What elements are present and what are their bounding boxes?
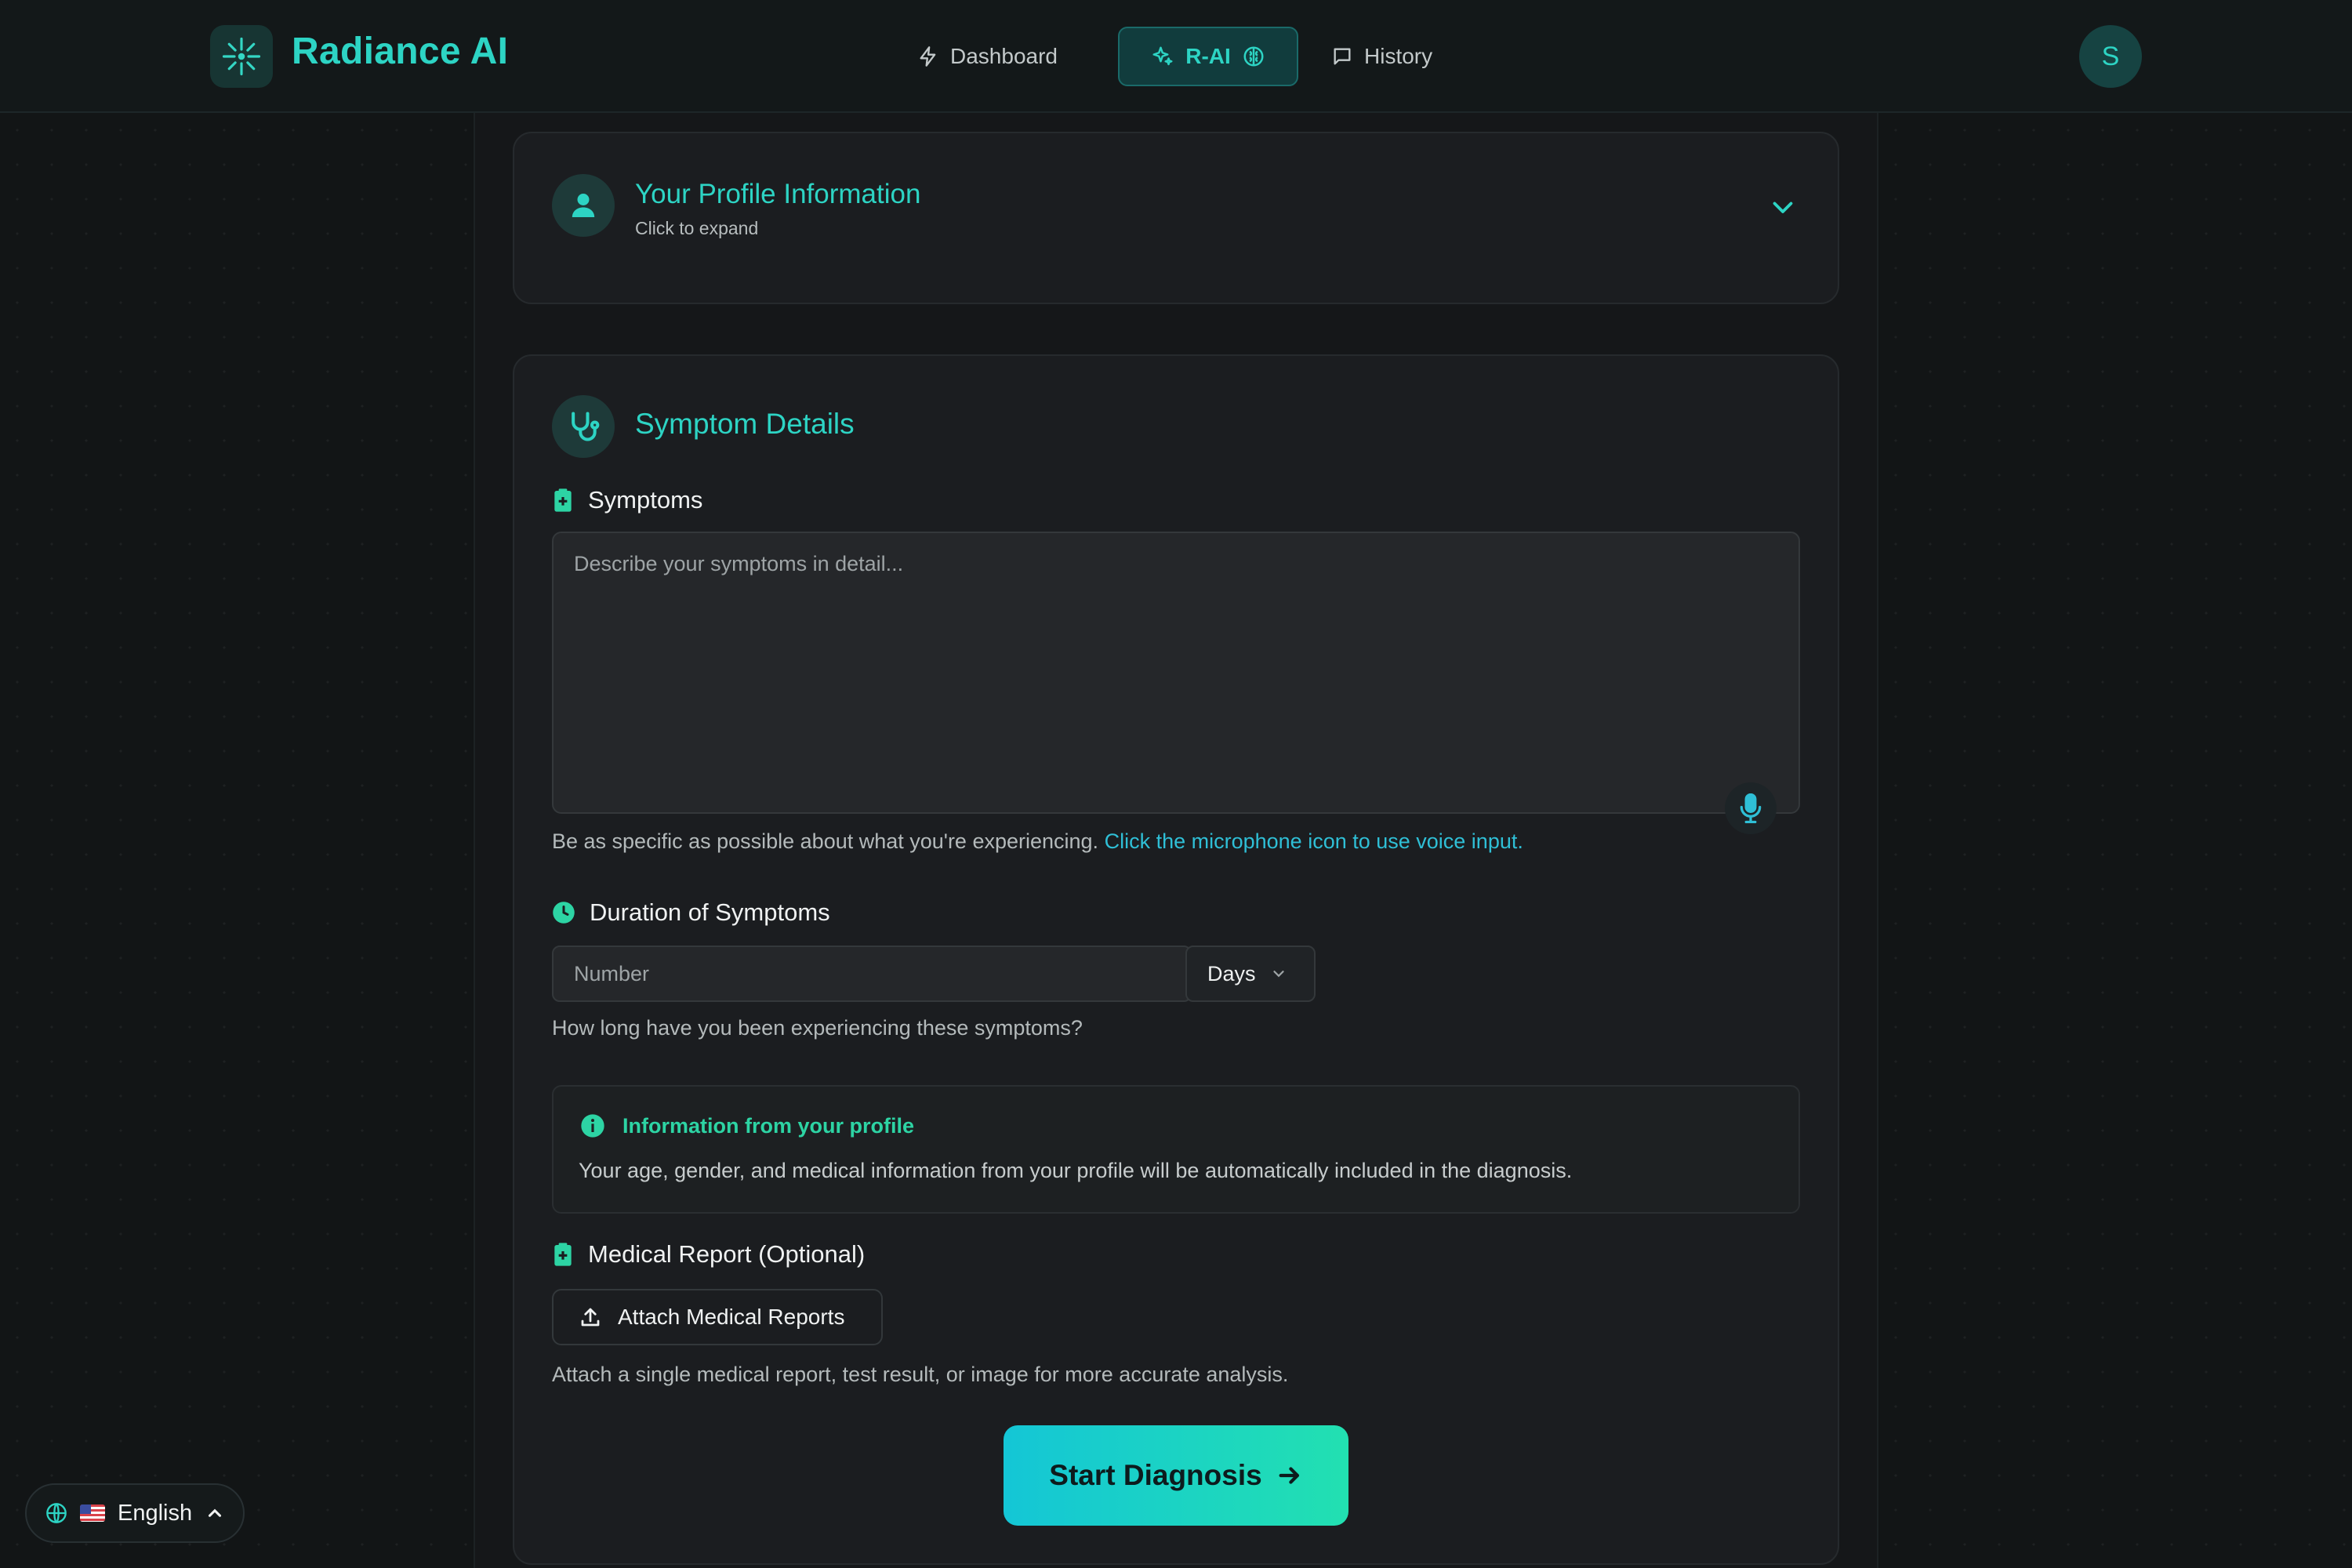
- symptom-details-card: Symptom Details Symptoms Describe your s…: [513, 354, 1839, 1565]
- report-help: Attach a single medical report, test res…: [552, 1363, 1289, 1386]
- info-title-row: Information from your profile: [580, 1113, 914, 1138]
- chevron-down-icon[interactable]: [1769, 193, 1797, 221]
- language-label: English: [118, 1500, 193, 1526]
- globe-icon: [46, 1503, 67, 1523]
- stethoscope-icon: [572, 412, 600, 441]
- profile-title: Your Profile Information: [635, 179, 921, 209]
- clock-icon: [553, 902, 575, 924]
- nav-r-ai[interactable]: R-AI: [1118, 27, 1298, 86]
- profile-icon-badge: [552, 174, 615, 237]
- info-title: Information from your profile: [622, 1113, 915, 1138]
- lightning-icon: [920, 46, 936, 67]
- symptoms-label: Symptoms: [588, 486, 703, 514]
- nav-dashboard-label: Dashboard: [950, 44, 1058, 68]
- duration-label: Duration of Symptoms: [590, 898, 830, 926]
- symptom-icon-badge: [552, 395, 615, 458]
- symptom-details-title: Symptom Details: [635, 408, 855, 440]
- top-navbar: Radiance AI Dashboard R-AI History S: [0, 0, 2352, 113]
- chevron-down-icon: [1272, 971, 1284, 978]
- user-avatar[interactable]: S: [2079, 25, 2142, 88]
- info-icon: [581, 1114, 604, 1138]
- logo-sparkle-icon: [222, 37, 261, 76]
- message-icon: [1334, 48, 1351, 65]
- profile-info-notice: Information from your profile Your age, …: [552, 1085, 1800, 1214]
- us-flag-icon: [80, 1504, 105, 1522]
- profile-card[interactable]: Your Profile Information Click to expand: [513, 132, 1839, 304]
- attach-reports-label: Attach Medical Reports: [618, 1305, 845, 1329]
- user-icon: [572, 194, 595, 217]
- attach-reports-button[interactable]: Attach Medical Reports: [552, 1289, 883, 1345]
- clipboard-plus-icon: [554, 488, 572, 512]
- microphone-button[interactable]: [1725, 782, 1777, 834]
- nav-r-ai-label: R-AI: [1185, 44, 1231, 68]
- logo[interactable]: [210, 25, 273, 88]
- duration-unit-select[interactable]: Days: [1185, 946, 1316, 1002]
- symptoms-label-row: Symptoms: [552, 486, 702, 514]
- report-label: Medical Report (Optional): [588, 1240, 866, 1268]
- chevron-up-icon: [209, 1508, 222, 1517]
- duration-number-input[interactable]: Number: [552, 946, 1192, 1002]
- symptoms-textarea[interactable]: Describe your symptoms in detail...: [552, 532, 1800, 814]
- symptoms-help-text: Be as specific as possible about what yo…: [552, 829, 1099, 853]
- report-label-row: Medical Report (Optional): [552, 1240, 865, 1269]
- info-text: Your age, gender, and medical informatio…: [579, 1159, 1573, 1182]
- nav-history-label: History: [1364, 44, 1433, 68]
- app-title[interactable]: Radiance AI: [292, 30, 508, 73]
- background-right: [1877, 113, 2352, 1568]
- voice-input-link[interactable]: Click the microphone icon to use voice i…: [1105, 829, 1523, 853]
- brain-icon: [1243, 46, 1264, 67]
- microphone-icon: [1740, 793, 1762, 823]
- start-diagnosis-button[interactable]: Start Diagnosis: [1004, 1425, 1348, 1526]
- duration-help: How long have you been experiencing thes…: [552, 1016, 1083, 1040]
- clipboard-plus-icon: [554, 1243, 572, 1266]
- duration-label-row: Duration of Symptoms: [552, 898, 830, 927]
- background-left: [0, 113, 475, 1568]
- profile-subtitle: Click to expand: [635, 218, 759, 238]
- sparkles-icon: [1152, 46, 1173, 66]
- start-diagnosis-label: Start Diagnosis: [1049, 1459, 1262, 1491]
- symptoms-help: Be as specific as possible about what yo…: [552, 829, 1523, 854]
- duration-unit-value: Days: [1207, 961, 1256, 985]
- arrow-right-icon: [1279, 1467, 1299, 1484]
- language-selector[interactable]: English: [25, 1483, 245, 1543]
- nav-history[interactable]: History: [1314, 27, 1450, 86]
- nav-dashboard[interactable]: Dashboard: [900, 27, 1075, 86]
- upload-icon: [581, 1308, 600, 1327]
